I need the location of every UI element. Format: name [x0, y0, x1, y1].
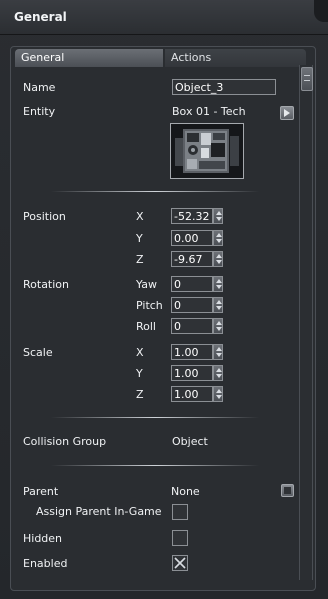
tab-general[interactable]: General: [15, 49, 163, 67]
rotation-roll-field[interactable]: [171, 318, 213, 334]
position-y-stepper[interactable]: [213, 230, 223, 246]
title-bar: General: [0, 0, 328, 35]
box-tech-preview-image: [171, 124, 243, 178]
scale-x-label: X: [136, 346, 144, 359]
hidden-checkbox[interactable]: [172, 530, 188, 546]
scale-label: Scale: [23, 346, 53, 359]
entity-label: Entity: [23, 105, 56, 118]
assign-parent-checkbox[interactable]: [172, 504, 188, 520]
vertical-scrollbar[interactable]: [299, 65, 313, 580]
scale-x-field[interactable]: [171, 344, 213, 360]
divider: [51, 465, 259, 466]
enabled-checkbox[interactable]: [172, 555, 188, 571]
position-x-field[interactable]: [171, 208, 213, 224]
position-z-field[interactable]: [171, 251, 213, 267]
position-label: Position: [23, 210, 66, 223]
name-label: Name: [23, 81, 56, 94]
position-x-label: X: [136, 210, 144, 223]
enabled-label: Enabled: [23, 557, 68, 570]
collision-group-value[interactable]: Object: [172, 435, 208, 448]
rotation-pitch-label: Pitch: [136, 299, 163, 312]
rotation-roll-stepper[interactable]: [213, 318, 223, 334]
rotation-pitch-stepper[interactable]: [213, 297, 223, 313]
position-z-label: Z: [136, 253, 144, 266]
name-field[interactable]: [172, 79, 276, 95]
scale-z-stepper[interactable]: [213, 386, 223, 402]
check-x-icon: [174, 557, 186, 569]
entity-value: Box 01 - Tech: [172, 105, 246, 118]
hidden-label: Hidden: [23, 532, 63, 545]
scale-z-label: Z: [136, 388, 144, 401]
tab-actions[interactable]: Actions: [165, 49, 306, 67]
collision-group-label: Collision Group: [23, 435, 107, 448]
rotation-yaw-field[interactable]: [171, 276, 213, 292]
scale-x-stepper[interactable]: [213, 344, 223, 360]
position-y-label: Y: [136, 232, 143, 245]
parent-clear-button[interactable]: [281, 484, 294, 497]
tab-bar: General Actions: [15, 49, 307, 67]
entity-thumbnail: [170, 123, 244, 179]
rotation-yaw-label: Yaw: [136, 278, 157, 291]
scale-y-stepper[interactable]: [213, 365, 223, 381]
parent-value: None: [171, 485, 200, 498]
scale-y-field[interactable]: [171, 365, 213, 381]
assign-parent-label: Assign Parent In-Game: [36, 505, 162, 518]
content-frame: General Actions Name Entity Box 01 - Tec…: [10, 46, 316, 591]
parent-label: Parent: [23, 485, 59, 498]
position-z-stepper[interactable]: [213, 251, 223, 267]
scale-y-label: Y: [136, 367, 143, 380]
rotation-yaw-stepper[interactable]: [213, 276, 223, 292]
properties-panel: General General Actions Name Entity Box …: [0, 0, 328, 599]
position-x-stepper[interactable]: [213, 208, 223, 224]
scale-z-field[interactable]: [171, 386, 213, 402]
arrow-right-icon: [284, 109, 290, 117]
divider: [51, 191, 259, 192]
title-notch: [314, 0, 328, 22]
rotation-roll-label: Roll: [136, 320, 156, 333]
divider: [51, 417, 259, 418]
rotation-label: Rotation: [23, 278, 70, 291]
panel-title: General: [14, 10, 67, 24]
rotation-pitch-field[interactable]: [171, 297, 213, 313]
square-icon: [284, 487, 291, 494]
scrollbar-thumb[interactable]: [301, 67, 313, 91]
position-y-field[interactable]: [171, 230, 213, 246]
entity-picker-button[interactable]: [280, 106, 294, 120]
